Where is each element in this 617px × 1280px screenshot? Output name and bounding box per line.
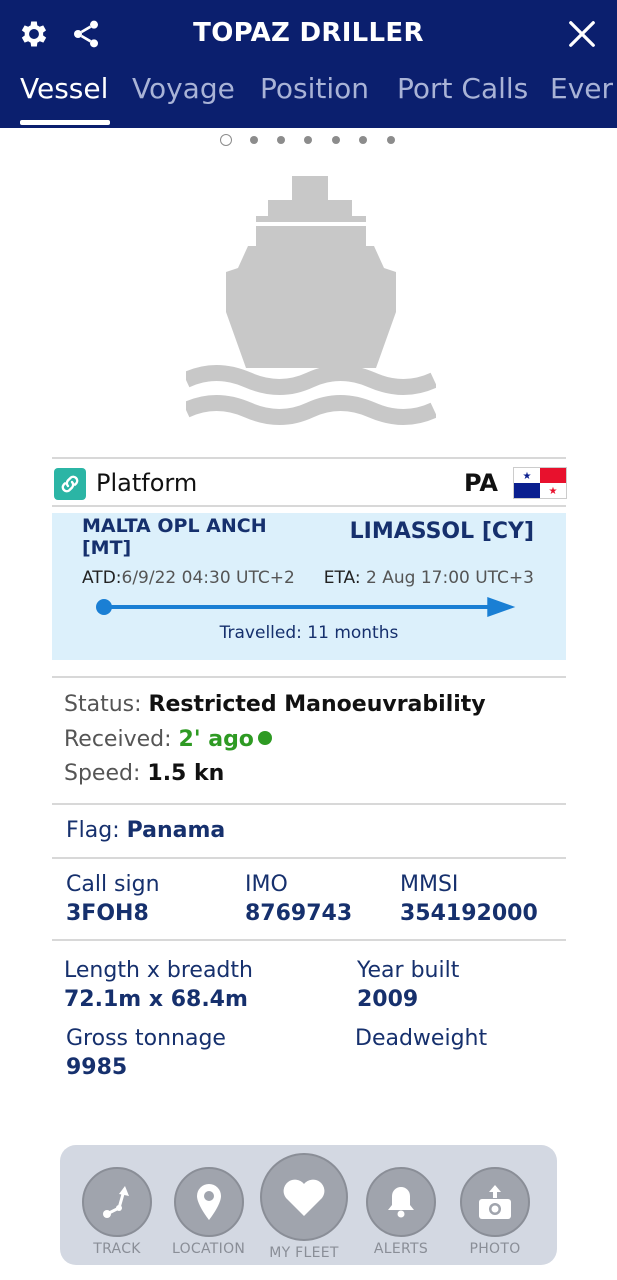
pager-dot[interactable]: [359, 136, 367, 144]
pager-dots: [0, 134, 617, 148]
imo-label: IMO: [245, 872, 288, 897]
close-icon[interactable]: [562, 14, 602, 54]
eta-line: ETA: 2 Aug 17:00 UTC+3: [324, 568, 534, 588]
location-label: LOCATION: [172, 1241, 246, 1257]
destination-port: LIMASSOL [CY]: [349, 519, 534, 544]
eta-value: 2 Aug 17:00 UTC+3: [366, 568, 534, 588]
imo-field: IMO 8769743: [245, 871, 352, 929]
tab-bar: Vessel Voyage Position Port Calls Ever: [0, 66, 617, 128]
vessel-type-row: Platform PA ★ ★: [52, 459, 567, 507]
pager-dot[interactable]: [220, 134, 232, 146]
pager-dot[interactable]: [387, 136, 395, 144]
track-label: TRACK: [93, 1241, 141, 1257]
svg-text:★: ★: [523, 471, 532, 482]
flag-label: Flag:: [66, 818, 120, 843]
year-built-value: 2009: [357, 987, 419, 1012]
voyage-summary[interactable]: MALTA OPL ANCH [MT] LIMASSOL [CY] ATD:6/…: [52, 513, 566, 660]
photo-button[interactable]: PHOTO: [460, 1167, 530, 1257]
flag-value: Panama: [126, 818, 226, 843]
length-breadth-field: Length x breadth 72.1m x 68.4m: [64, 957, 253, 1015]
pager-dot[interactable]: [304, 136, 312, 144]
year-built-field: Year built 2009: [357, 957, 459, 1015]
length-breadth-value: 72.1m x 68.4m: [64, 987, 248, 1012]
my-fleet-button[interactable]: MY FLEET: [260, 1153, 348, 1261]
gross-tonnage-field: Gross tonnage 9985: [66, 1025, 226, 1083]
divider: [52, 803, 566, 805]
pager-dot[interactable]: [332, 136, 340, 144]
vessel-type-label: Platform: [96, 469, 198, 497]
vessel-name-title: TOPAZ DRILLER: [193, 18, 424, 48]
app-header: TOPAZ DRILLER Vessel Voyage Position Por…: [0, 0, 617, 128]
divider: [52, 857, 566, 859]
imo-value: 8769743: [245, 901, 353, 926]
divider: [52, 676, 566, 678]
track-button[interactable]: TRACK: [82, 1167, 152, 1257]
svg-text:★: ★: [549, 486, 558, 497]
active-tab-indicator: [20, 120, 110, 125]
location-pin-icon: [173, 1167, 244, 1237]
year-built-label: Year built: [357, 958, 460, 983]
pager-dot[interactable]: [277, 136, 285, 144]
atd-line: ATD:6/9/22 04:30 UTC+2: [82, 568, 295, 588]
track-icon: [82, 1167, 152, 1237]
status-line: Status: Restricted Manoeuvrability: [64, 692, 486, 717]
length-breadth-label: Length x breadth: [64, 958, 253, 983]
flag-line: Flag: Panama: [66, 818, 225, 843]
mmsi-value: 354192000: [400, 901, 538, 926]
my-fleet-label: MY FLEET: [269, 1245, 339, 1261]
tab-events[interactable]: Ever: [550, 72, 613, 105]
online-status-icon: [257, 731, 272, 745]
location-button[interactable]: LOCATION: [172, 1167, 245, 1257]
heart-icon: [260, 1153, 348, 1241]
status-label: Status:: [64, 692, 142, 717]
speed-line: Speed: 1.5 kn: [64, 761, 224, 786]
call-sign-value: 3FOH8: [66, 901, 149, 926]
panama-flag-icon: ★ ★: [513, 467, 567, 499]
alerts-label: ALERTS: [373, 1241, 429, 1257]
photo-label: PHOTO: [469, 1241, 521, 1257]
mmsi-field: MMSI 354192000: [400, 871, 538, 929]
call-sign-field: Call sign 3FOH8: [66, 871, 160, 929]
bottom-action-bar: TRACK LOCATION MY FLEET ALERTS PHOTO: [60, 1145, 557, 1265]
bell-icon: [366, 1167, 436, 1237]
atd-label: ATD:: [82, 568, 122, 588]
deadweight-label: Deadweight: [355, 1026, 488, 1051]
call-sign-label: Call sign: [66, 872, 160, 897]
atd-value: 6/9/22 04:30 UTC+2: [121, 568, 295, 588]
divider: [52, 939, 566, 941]
mmsi-label: MMSI: [400, 872, 459, 897]
received-label: Received:: [64, 727, 172, 752]
eta-label: ETA:: [323, 568, 361, 588]
deadweight-field: Deadweight: [355, 1025, 487, 1053]
gross-tonnage-label: Gross tonnage: [66, 1026, 226, 1051]
speed-value: 1.5 kn: [147, 761, 225, 786]
camera-upload-icon: [460, 1167, 530, 1237]
tab-position[interactable]: Position: [260, 72, 369, 105]
divider: [52, 505, 566, 507]
link-icon: [54, 468, 86, 500]
flag-code: PA: [464, 469, 498, 497]
alerts-button[interactable]: ALERTS: [366, 1167, 436, 1257]
received-value: 2' ago: [178, 727, 254, 752]
status-value: Restricted Manoeuvrability: [148, 692, 486, 717]
departure-port: MALTA OPL ANCH [MT]: [82, 515, 267, 559]
speed-label: Speed:: [64, 761, 141, 786]
tab-port-calls[interactable]: Port Calls: [397, 72, 528, 105]
tab-vessel[interactable]: Vessel: [20, 72, 108, 105]
progress-arrow-icon: [487, 597, 516, 617]
received-line: Received: 2' ago: [64, 727, 272, 752]
ship-placeholder-icon: [182, 172, 438, 434]
pager-dot[interactable]: [250, 136, 258, 144]
travelled-text: Travelled: 11 months: [219, 623, 399, 643]
voyage-progress-bar: [96, 597, 536, 617]
tab-voyage[interactable]: Voyage: [132, 72, 235, 105]
gross-tonnage-value: 9985: [66, 1055, 128, 1080]
